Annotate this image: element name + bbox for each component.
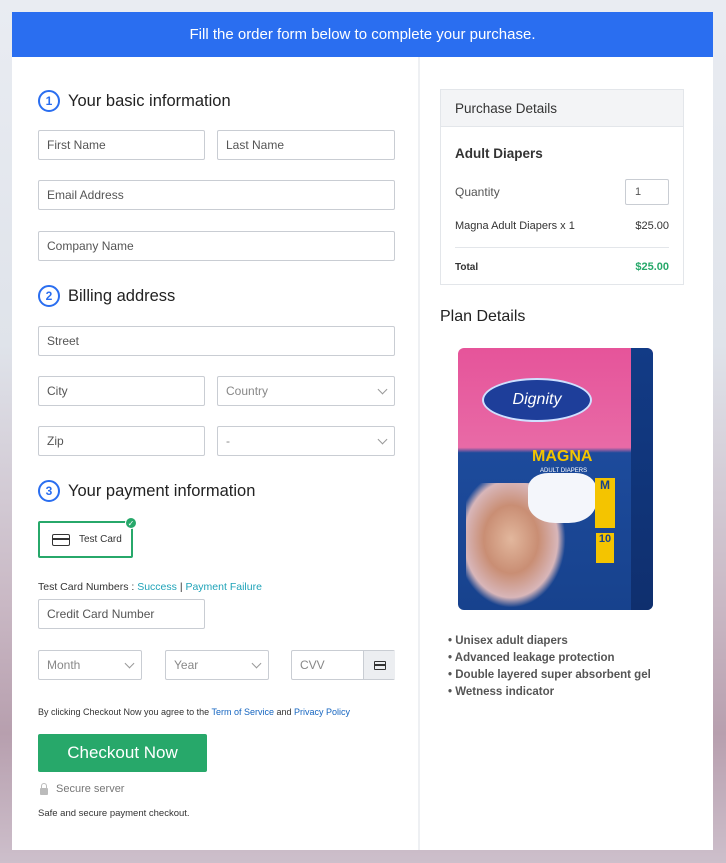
summary-panel: Purchase Details Adult Diapers Quantity …	[420, 57, 713, 850]
zip-input[interactable]: Zip	[38, 426, 205, 456]
feature-item: Unisex adult diapers	[448, 633, 651, 650]
separator: |	[179, 581, 183, 593]
state-value: -	[226, 434, 230, 448]
month-value: Month	[47, 658, 81, 672]
test-card-label: Test Card	[79, 534, 122, 545]
product-image: Dignity MAGNA ADULT DIAPERS M 10	[458, 348, 653, 610]
section-billing: 2 Billing address	[38, 285, 175, 307]
lock-icon	[40, 782, 48, 795]
test-card-option[interactable]: Test Card ✓	[38, 517, 137, 558]
payment-failure-link[interactable]: Payment Failure	[185, 581, 261, 593]
line-item-price: $25.00	[635, 220, 669, 232]
section-payment: 3 Your payment information	[38, 480, 255, 502]
street-input[interactable]: Street	[38, 326, 395, 356]
banner-text: Fill the order form below to complete yo…	[189, 26, 536, 43]
product-name: Adult Diapers	[455, 146, 669, 161]
top-banner: Fill the order form below to complete yo…	[12, 12, 713, 57]
secure-server-label: Secure server	[56, 783, 125, 795]
total-value: $25.00	[635, 261, 669, 273]
secure-server: Secure server	[40, 782, 125, 795]
product-title: Adult Diapers	[455, 146, 543, 161]
feature-item: Wetness indicator	[448, 684, 651, 701]
company-input[interactable]: Company Name	[38, 231, 395, 261]
state-select[interactable]: -	[217, 426, 395, 456]
country-select[interactable]: Country	[217, 376, 395, 406]
agreement-and: and	[276, 707, 292, 717]
checkout-now-button[interactable]: Checkout Now	[38, 734, 207, 772]
agreement-text: By clicking Checkout Now you agree to th…	[38, 707, 350, 717]
success-link[interactable]: Success	[137, 581, 177, 593]
product-brand-name: MAGNA	[532, 448, 593, 465]
quantity-input[interactable]: 1	[625, 179, 669, 205]
brand-logo: Dignity	[482, 378, 592, 422]
country-value: Country	[226, 384, 269, 398]
count-badge: 10	[596, 533, 614, 563]
total-row: Total $25.00	[455, 261, 669, 273]
chevron-down-icon	[124, 658, 135, 668]
section-title: Your basic information	[68, 91, 231, 110]
last-name-input[interactable]: Last Name	[217, 130, 395, 160]
terms-link[interactable]: Term of Service	[211, 707, 274, 717]
total-label: Total	[455, 261, 479, 273]
feature-item: Double layered super absorbent gel	[448, 667, 651, 684]
line-item-label: Magna Adult Diapers x 1	[455, 220, 575, 232]
quantity-row: Quantity 1	[455, 179, 669, 205]
test-card-numbers: Test Card Numbers : Success | Payment Fa…	[38, 581, 262, 593]
credit-card-number-input[interactable]: Credit Card Number	[38, 599, 205, 629]
city-input[interactable]: City	[38, 376, 205, 406]
chevron-down-icon	[377, 434, 388, 444]
size-badge: M	[595, 478, 615, 528]
email-input[interactable]: Email Address	[38, 180, 395, 210]
purchase-details-box: Purchase Details Adult Diapers Quantity …	[440, 89, 684, 285]
section-title: Billing address	[68, 286, 176, 305]
credit-card-icon	[373, 660, 386, 670]
check-icon: ✓	[125, 517, 137, 529]
agreement-prefix: By clicking Checkout Now you agree to th…	[38, 707, 210, 717]
line-item-row: Magna Adult Diapers x 1 $25.00	[455, 220, 669, 232]
step-number: 1	[38, 90, 60, 112]
secure-note: Safe and secure payment checkout.	[38, 808, 190, 819]
year-select[interactable]: Year	[165, 650, 269, 680]
feature-list: Unisex adult diapers Advanced leakage pr…	[448, 633, 651, 701]
purchase-details-header: Purchase Details	[441, 90, 683, 127]
year-value: Year	[174, 658, 199, 672]
test-numbers-label: Test Card Numbers :	[38, 581, 135, 593]
privacy-link[interactable]: Privacy Policy	[294, 707, 350, 717]
month-select[interactable]: Month	[38, 650, 142, 680]
chevron-down-icon	[377, 384, 388, 394]
quantity-label: Quantity	[455, 185, 500, 199]
section-title: Your payment information	[68, 481, 256, 500]
step-number: 2	[38, 285, 60, 307]
cvv-card-button[interactable]	[363, 651, 395, 679]
credit-card-icon	[52, 533, 70, 546]
cvv-placeholder: CVV	[300, 658, 325, 672]
step-number: 3	[38, 480, 60, 502]
chevron-down-icon	[251, 658, 262, 668]
diaper-illustration	[528, 473, 596, 523]
package-side	[631, 348, 653, 610]
section-basic-info: 1 Your basic information	[38, 90, 231, 112]
first-name-input[interactable]: First Name	[38, 130, 205, 160]
divider	[455, 247, 669, 248]
order-form: 1 Your basic information First Name Last…	[12, 57, 420, 850]
plan-details-title: Plan Details	[440, 308, 526, 325]
checkout-card: 1 Your basic information First Name Last…	[12, 57, 713, 850]
feature-item: Advanced leakage protection	[448, 650, 651, 667]
